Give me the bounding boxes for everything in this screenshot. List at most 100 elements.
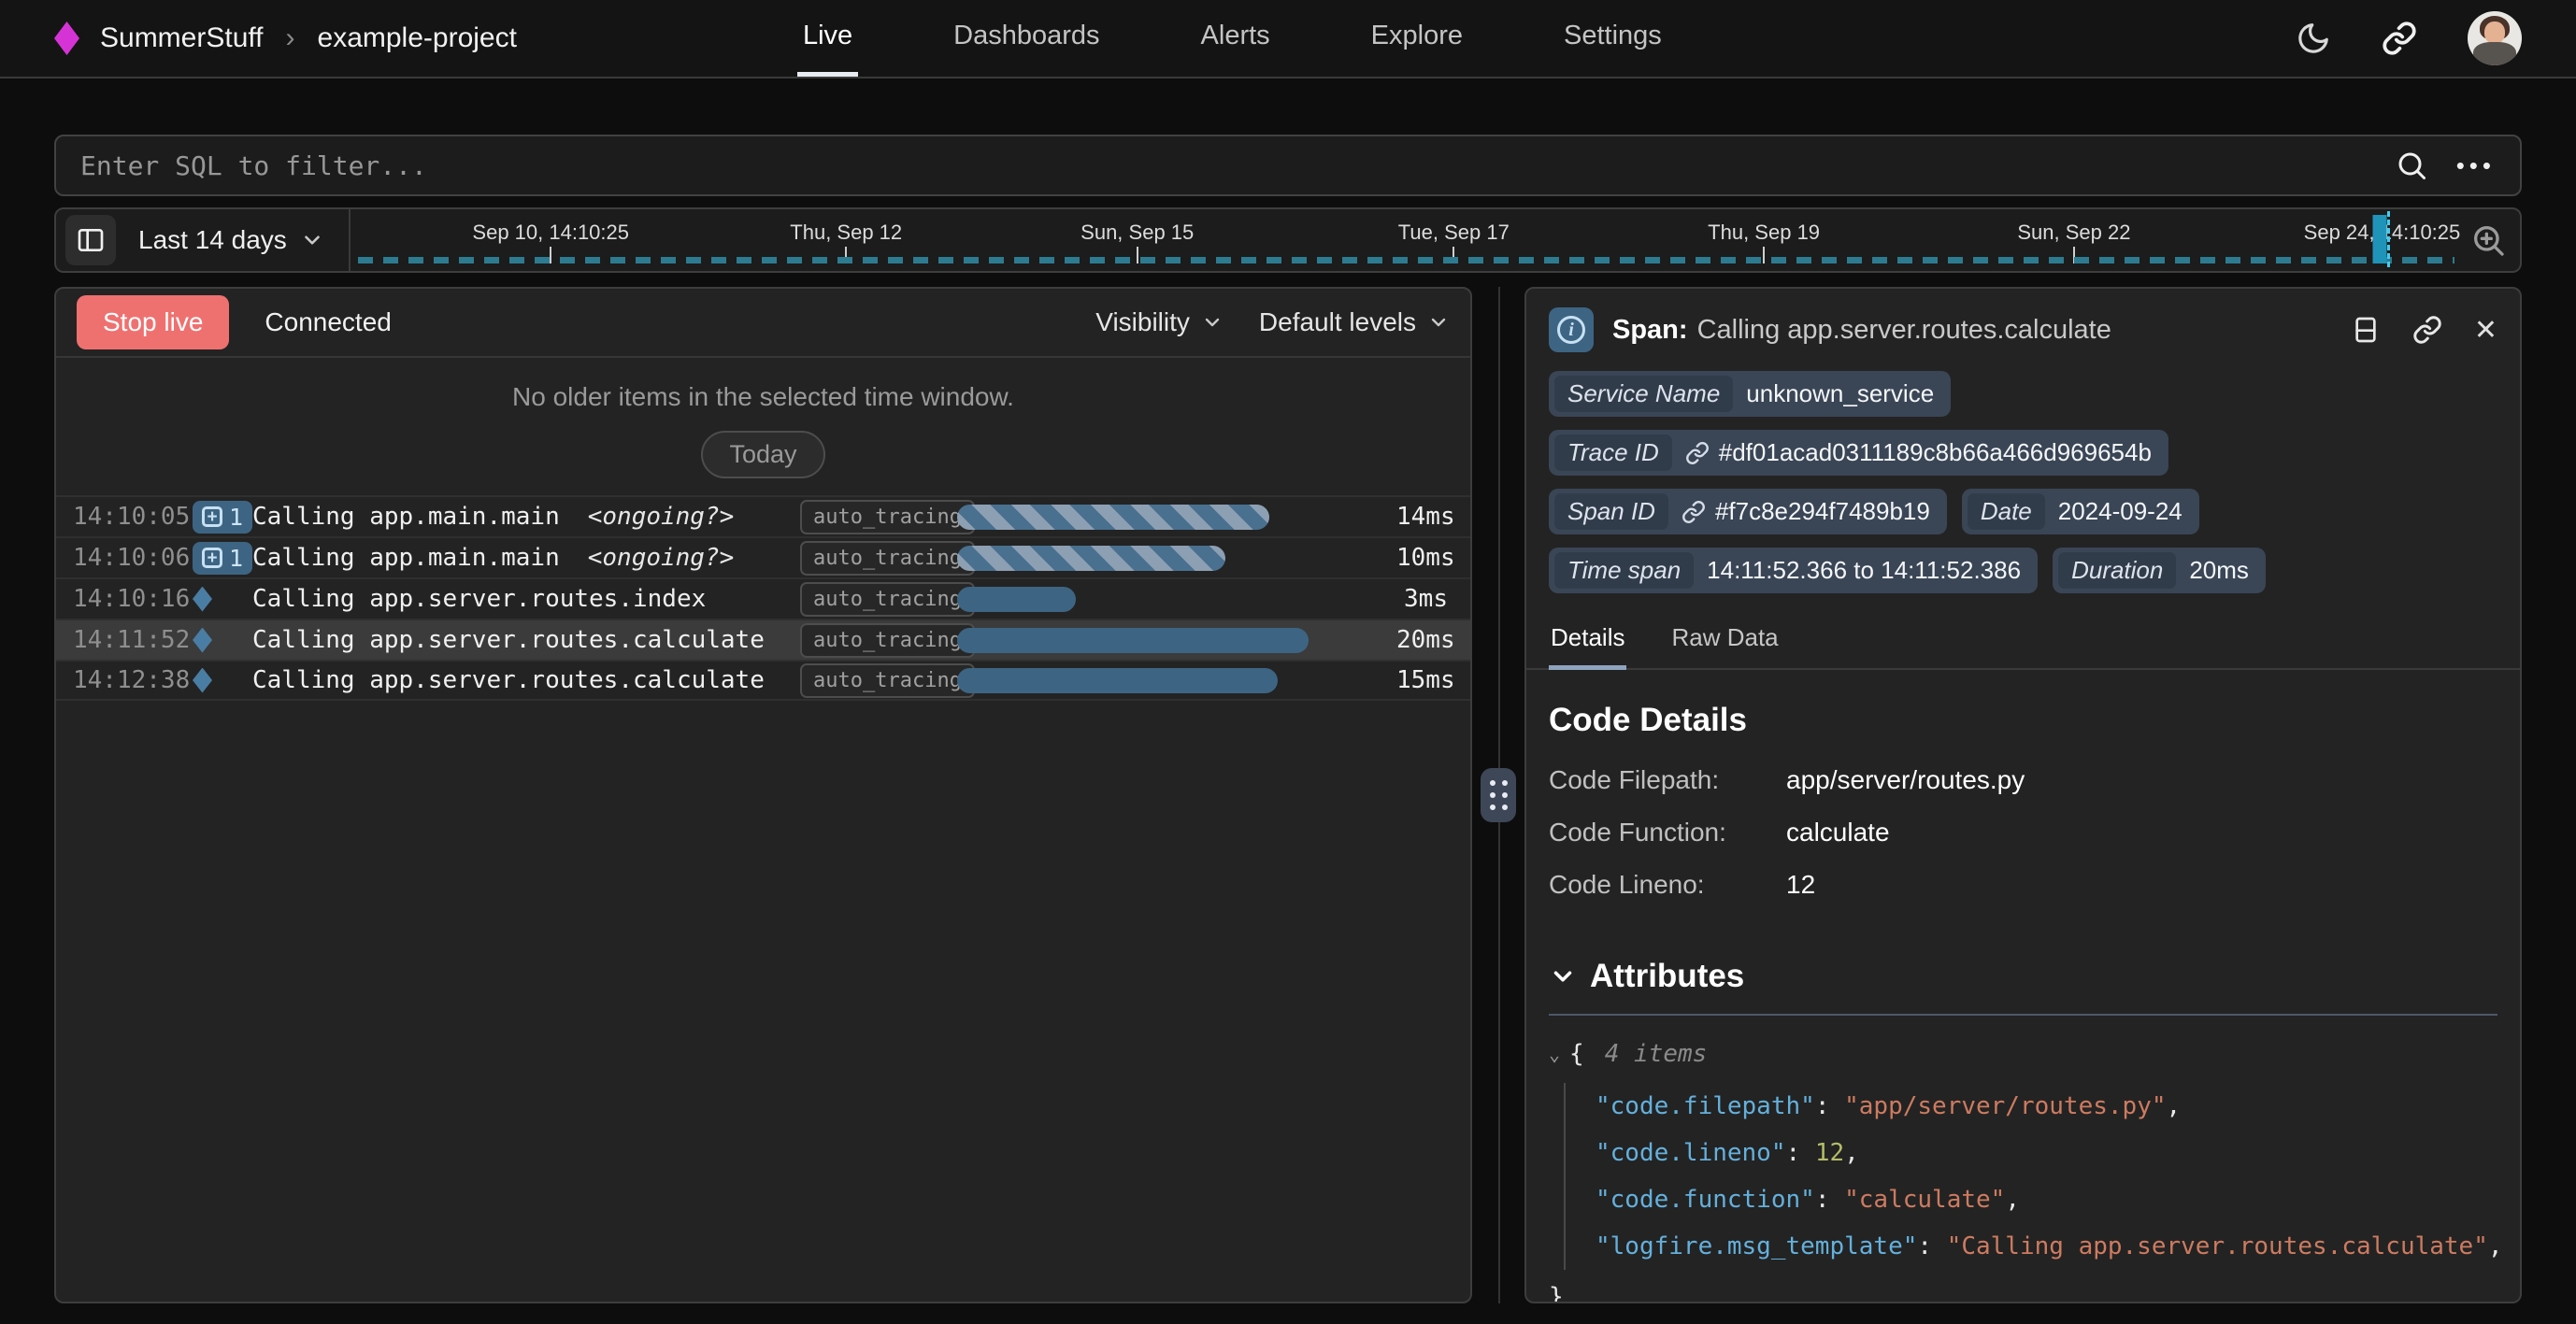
activity-spike bbox=[2373, 215, 2387, 263]
tag-pill[interactable]: auto_tracing bbox=[800, 582, 975, 617]
row-duration: 10ms bbox=[1396, 544, 1461, 572]
copy-link-button[interactable] bbox=[2382, 21, 2417, 56]
tab-settings[interactable]: Settings bbox=[1558, 0, 1667, 77]
service-name-badge[interactable]: Service Name unknown_service bbox=[1549, 371, 1951, 417]
timeline-tick-label: Sun, Sep 15 bbox=[1080, 221, 1194, 245]
magnifier-plus-icon bbox=[2469, 221, 2507, 259]
dock-view-button[interactable] bbox=[2351, 315, 2381, 345]
expand-children-badge[interactable]: + 1 bbox=[193, 501, 252, 534]
attributes-heading: Attributes bbox=[1590, 958, 1744, 995]
log-row[interactable]: 14:12:38 Calling app.server.routes.calcu… bbox=[56, 660, 1470, 701]
code-function-row: Code Function: calculate bbox=[1549, 818, 2497, 847]
trace-id-badge[interactable]: Trace ID #df01acad0311189c8b66a466d96965… bbox=[1549, 430, 2168, 476]
sidebar-toggle-button[interactable] bbox=[65, 215, 116, 265]
detail-actions: ✕ bbox=[2351, 314, 2497, 347]
duration-badge[interactable]: Duration 20ms bbox=[2053, 548, 2266, 593]
timeline-brush[interactable]: Sep 10, 14:10:25 Thu, Sep 12 Sun, Sep 15… bbox=[351, 209, 2460, 271]
date-badge[interactable]: Date 2024-09-24 bbox=[1962, 489, 2199, 534]
org-name[interactable]: SummerStuff bbox=[100, 22, 264, 54]
nav-right bbox=[2296, 0, 2522, 77]
log-row[interactable]: 14:10:06 + 1 Calling app.main.main<ongoi… bbox=[56, 536, 1470, 577]
log-row-selected[interactable]: 14:11:52 Calling app.server.routes.calcu… bbox=[56, 619, 1470, 660]
link-icon bbox=[1685, 441, 1710, 465]
row-timestamp: 14:11:52 bbox=[73, 626, 193, 654]
tab-alerts[interactable]: Alerts bbox=[1195, 0, 1276, 77]
child-count: 1 bbox=[229, 545, 243, 572]
sidebar-icon bbox=[76, 225, 106, 255]
tag-pill[interactable]: auto_tracing bbox=[800, 541, 975, 576]
timeline-tick-label: Sep 10, 14:10:25 bbox=[472, 221, 629, 245]
tab-dashboards[interactable]: Dashboards bbox=[948, 0, 1105, 77]
span-bar-track bbox=[957, 505, 1396, 530]
time-cursor[interactable] bbox=[2387, 211, 2390, 267]
row-duration: 3ms bbox=[1396, 585, 1453, 613]
live-feed-body: No older items in the selected time wind… bbox=[56, 358, 1470, 1302]
zoom-in-button[interactable] bbox=[2469, 221, 2507, 259]
time-span-badge[interactable]: Time span 14:11:52.366 to 14:11:52.386 bbox=[1549, 548, 2038, 593]
row-timestamp: 14:10:05 bbox=[73, 503, 193, 531]
timeline-tick-label: Thu, Sep 19 bbox=[1708, 221, 1820, 245]
span-bar-track bbox=[957, 587, 1396, 612]
json-entry: "code.filepath": "app/server/routes.py", bbox=[1596, 1083, 2497, 1130]
moon-icon bbox=[2296, 21, 2331, 56]
stop-live-button[interactable]: Stop live bbox=[77, 295, 229, 349]
span-detail-panel: i Span:Calling app.server.routes.calcula… bbox=[1524, 287, 2522, 1303]
detail-tabs: Details Raw Data bbox=[1526, 614, 2520, 670]
time-range-bar: Last 14 days Sep 10, 14:10:25 Thu, Sep 1… bbox=[54, 207, 2522, 273]
drag-handle[interactable] bbox=[1481, 768, 1516, 822]
row-timestamp: 14:12:38 bbox=[73, 666, 193, 694]
theme-toggle-button[interactable] bbox=[2296, 21, 2331, 56]
nav-tabs: Live Dashboards Alerts Explore Settings bbox=[797, 0, 1667, 77]
today-button[interactable]: Today bbox=[701, 431, 824, 478]
json-entries: "code.filepath": "app/server/routes.py",… bbox=[1564, 1083, 2497, 1270]
search-icon[interactable] bbox=[2395, 149, 2428, 182]
span-bar bbox=[957, 587, 1076, 612]
tag-pill[interactable]: auto_tracing bbox=[800, 623, 975, 658]
close-panel-button[interactable]: ✕ bbox=[2474, 314, 2497, 347]
tag-pill[interactable]: auto_tracing bbox=[800, 500, 975, 534]
link-icon bbox=[1682, 500, 1706, 524]
row-message: Calling app.server.routes.index bbox=[252, 585, 800, 613]
log-row[interactable]: 14:10:05 + 1 Calling app.main.main<ongoi… bbox=[56, 495, 1470, 536]
sql-filter-input[interactable] bbox=[80, 150, 2367, 181]
default-levels-dropdown[interactable]: Default levels bbox=[1259, 307, 1450, 337]
row-message: Calling app.server.routes.calculate bbox=[252, 626, 800, 654]
link-icon bbox=[2412, 315, 2442, 345]
more-options-icon[interactable]: ••• bbox=[2456, 151, 2496, 180]
connection-status: Connected bbox=[265, 307, 391, 337]
log-row[interactable]: 14:10:16 Calling app.server.routes.index… bbox=[56, 577, 1470, 619]
json-entry: "code.function": "calculate", bbox=[1596, 1176, 2497, 1223]
row-timestamp: 14:10:06 bbox=[73, 544, 193, 572]
timeline-tick-label: Tue, Sep 17 bbox=[1398, 221, 1510, 245]
child-count: 1 bbox=[229, 504, 243, 531]
span-id-badge[interactable]: Span ID #f7c8e294f7489b19 bbox=[1549, 489, 1947, 534]
info-icon: i bbox=[1549, 307, 1594, 352]
span-detail-header: i Span:Calling app.server.routes.calcula… bbox=[1526, 289, 2520, 363]
tab-raw-data[interactable]: Raw Data bbox=[1669, 614, 1780, 670]
logfire-logo-icon[interactable] bbox=[54, 21, 79, 55]
code-details-section: Code Details Code Filepath: app/server/r… bbox=[1526, 670, 2520, 922]
chevron-down-icon bbox=[1427, 311, 1450, 334]
span-bar bbox=[957, 628, 1309, 653]
link-icon bbox=[2382, 21, 2417, 56]
project-name[interactable]: example-project bbox=[318, 22, 517, 54]
grip-dots-icon bbox=[1490, 780, 1496, 786]
span-bar-track bbox=[957, 546, 1396, 571]
expand-children-badge[interactable]: + 1 bbox=[193, 542, 252, 575]
live-feed-header: Stop live Connected Visibility Default l… bbox=[56, 289, 1470, 358]
row-message: Calling app.main.main<ongoing?> bbox=[252, 503, 800, 531]
tab-explore[interactable]: Explore bbox=[1366, 0, 1468, 77]
collapse-chevron-icon[interactable]: ⌄ bbox=[1549, 1031, 1560, 1077]
log-rows: 14:10:05 + 1 Calling app.main.main<ongoi… bbox=[56, 495, 1470, 701]
visibility-dropdown[interactable]: Visibility bbox=[1095, 307, 1224, 337]
copy-span-link-button[interactable] bbox=[2412, 315, 2442, 345]
span-meta-badges: Service Name unknown_service Trace ID #d… bbox=[1526, 363, 2520, 599]
tab-live[interactable]: Live bbox=[797, 0, 858, 77]
time-range-dropdown[interactable]: Last 14 days bbox=[116, 225, 349, 255]
main-area: Stop live Connected Visibility Default l… bbox=[54, 287, 2522, 1303]
tag-pill[interactable]: auto_tracing bbox=[800, 663, 975, 698]
tab-details[interactable]: Details bbox=[1549, 614, 1626, 670]
attributes-toggle[interactable]: Attributes bbox=[1549, 958, 2497, 995]
user-avatar[interactable] bbox=[2468, 11, 2522, 65]
close-icon: ✕ bbox=[2474, 314, 2497, 347]
